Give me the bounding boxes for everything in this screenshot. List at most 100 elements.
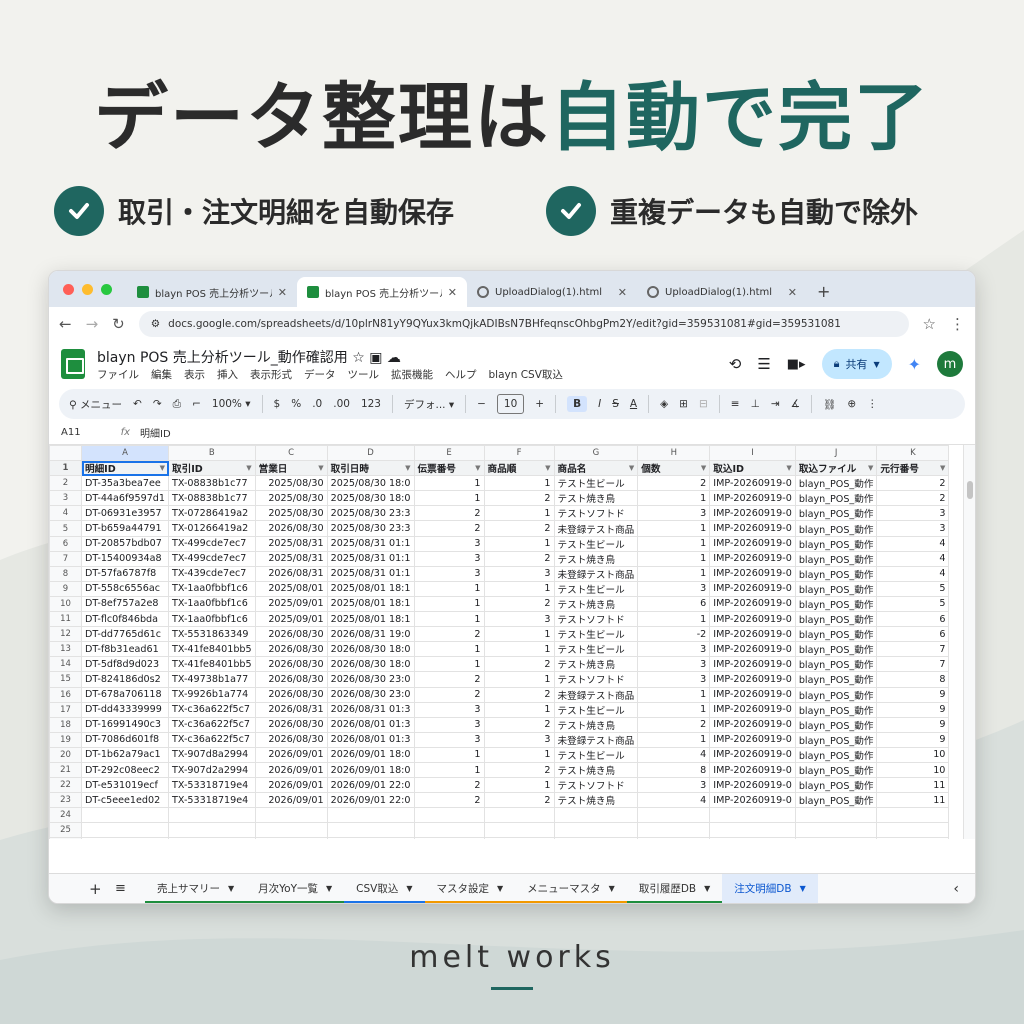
zoom-select[interactable]: 100% ▾	[212, 398, 251, 410]
cell[interactable]: IMP-20260919-0	[709, 490, 796, 507]
column-title-cell[interactable]: 取込ファイル ▼	[794, 460, 878, 477]
cell[interactable]: 2	[637, 716, 711, 733]
history-icon[interactable]: ⟲	[729, 355, 742, 373]
cell[interactable]: IMP-20260919-0	[709, 761, 796, 779]
chevron-down-icon[interactable]: ▼	[609, 884, 615, 893]
cell[interactable]: DT-flc0f846bda	[80, 611, 170, 628]
column-header[interactable]: A	[80, 445, 170, 462]
cell[interactable]: blayn_POS_動作	[794, 490, 878, 507]
column-title-cell[interactable]: 営業日 ▼	[254, 460, 328, 477]
cell[interactable]: 2025/08/01 18:1	[326, 580, 415, 597]
sheet-tab[interactable]: マスタ設定 ▼	[424, 874, 516, 903]
cell[interactable]: IMP-20260919-0	[709, 731, 796, 748]
cell[interactable]: 2	[876, 490, 950, 507]
cell[interactable]: 1	[637, 535, 711, 552]
cell[interactable]: 2026/09/01 18:0	[326, 746, 415, 763]
chevron-down-icon[interactable]: ▼	[406, 884, 412, 893]
row-number[interactable]: 1	[49, 460, 82, 477]
row-number[interactable]: 19	[49, 731, 82, 748]
cell[interactable]: DT-5df8d9d023	[80, 656, 170, 673]
cell[interactable]: 3	[413, 731, 485, 748]
align-left-icon[interactable]: ≡	[731, 398, 740, 410]
cell[interactable]: 2026/09/01	[254, 777, 328, 794]
cell[interactable]: TX-41fe8401bb5	[168, 641, 256, 658]
text-color-icon[interactable]: A	[630, 398, 637, 410]
cell[interactable]: 1	[483, 626, 555, 643]
cell[interactable]: 1	[483, 701, 555, 718]
cell[interactable]: 4	[637, 792, 711, 809]
cell[interactable]: 6	[637, 595, 711, 613]
row-number[interactable]: 4	[49, 505, 82, 522]
cell[interactable]: blayn_POS_動作	[794, 505, 878, 522]
column-header[interactable]: K	[876, 445, 950, 462]
cell[interactable]: 1	[413, 656, 485, 673]
strikethrough-icon[interactable]: S	[612, 398, 619, 410]
add-sheet-icon[interactable]: +	[89, 880, 102, 898]
row-number[interactable]: 26	[49, 837, 82, 839]
row-number[interactable]: 12	[49, 626, 82, 643]
cell[interactable]: TX-08838b1c77	[168, 490, 256, 507]
cell[interactable]	[168, 837, 256, 839]
cell[interactable]: テスト焼き鳥	[553, 490, 639, 507]
column-title-cell[interactable]: 取引ID ▼	[168, 460, 256, 477]
cell[interactable]: 2026/08/01 01:3	[326, 731, 415, 748]
all-sheets-icon[interactable]: ≡	[115, 881, 126, 896]
filter-icon[interactable]: ▼	[629, 464, 634, 472]
cell[interactable]: 11	[876, 792, 950, 809]
cell[interactable]: TX-08838b1c77	[168, 475, 256, 492]
row-number[interactable]: 14	[49, 656, 82, 673]
increase-font-size-icon[interactable]: +	[535, 398, 544, 410]
cell[interactable]: テストソフトド	[553, 671, 639, 688]
sheet-tab[interactable]: メニューマスタ ▼	[515, 874, 627, 903]
cell[interactable]: 10	[876, 761, 950, 779]
sheets-logo-icon[interactable]	[61, 349, 85, 379]
row-number[interactable]: 6	[49, 535, 82, 552]
cell[interactable]	[483, 822, 555, 839]
close-icon[interactable]: ✕	[788, 286, 797, 299]
cell[interactable]: TX-9926b1a774	[168, 686, 256, 703]
cell[interactable]: blayn_POS_動作	[794, 565, 878, 582]
cell[interactable]: DT-292c08eec2	[80, 761, 170, 779]
row-number[interactable]: 21	[49, 761, 82, 779]
row-number[interactable]: 13	[49, 641, 82, 658]
row-number[interactable]: 22	[49, 777, 82, 794]
move-folder-icon[interactable]: ▣	[369, 350, 382, 366]
add-comment-icon[interactable]: ⊕	[847, 398, 856, 410]
cell[interactable]: 5	[876, 580, 950, 597]
cell[interactable]: IMP-20260919-0	[709, 701, 796, 718]
chevron-down-icon[interactable]: ▼	[326, 884, 332, 893]
cell[interactable]: 2025/08/01 18:1	[326, 611, 415, 628]
cell[interactable]: 7	[876, 656, 950, 673]
cell[interactable]: -2	[637, 626, 711, 643]
cell[interactable]: 1	[637, 731, 711, 748]
cell[interactable]: IMP-20260919-0	[709, 716, 796, 733]
row-number[interactable]: 5	[49, 520, 82, 537]
chevron-down-icon[interactable]: ▼	[228, 884, 234, 893]
menu-item[interactable]: 挿入	[217, 367, 238, 382]
redo-icon[interactable]: ↷	[153, 398, 162, 410]
filter-icon[interactable]: ▼	[701, 464, 706, 472]
menu-item[interactable]: ヘルプ	[445, 367, 477, 382]
cell[interactable]: 4	[637, 746, 711, 763]
column-title-cell[interactable]: 個数 ▼	[637, 460, 711, 477]
filter-icon[interactable]: ▼	[545, 464, 550, 472]
cell[interactable]: 1	[483, 475, 555, 492]
cell[interactable]	[413, 837, 485, 839]
cell[interactable]: 2026/08/30 18:0	[326, 656, 415, 673]
filter-icon[interactable]: ▼	[405, 464, 410, 472]
cell[interactable]: 3	[483, 611, 555, 628]
sheet-tab[interactable]: 月次YoY一覧 ▼	[246, 874, 345, 903]
chevron-down-icon[interactable]: ▼	[704, 884, 710, 893]
cell[interactable]: blayn_POS_動作	[794, 731, 878, 748]
cell[interactable]: 2026/08/30	[254, 520, 328, 537]
cell[interactable]: 1	[637, 565, 711, 582]
cell[interactable]: 2	[413, 520, 485, 537]
cell[interactable]: blayn_POS_動作	[794, 761, 878, 779]
cell[interactable]: テストソフトド	[553, 611, 639, 628]
sheet-tab[interactable]: 売上サマリー ▼	[145, 874, 247, 903]
cell[interactable]: blayn_POS_動作	[794, 626, 878, 643]
cell[interactable]: DT-558c6556ac	[80, 580, 170, 597]
cell[interactable]: テスト焼き鳥	[553, 761, 639, 779]
cell[interactable]: テスト焼き鳥	[553, 792, 639, 809]
cell[interactable]: 未登録テスト商品	[553, 520, 639, 537]
